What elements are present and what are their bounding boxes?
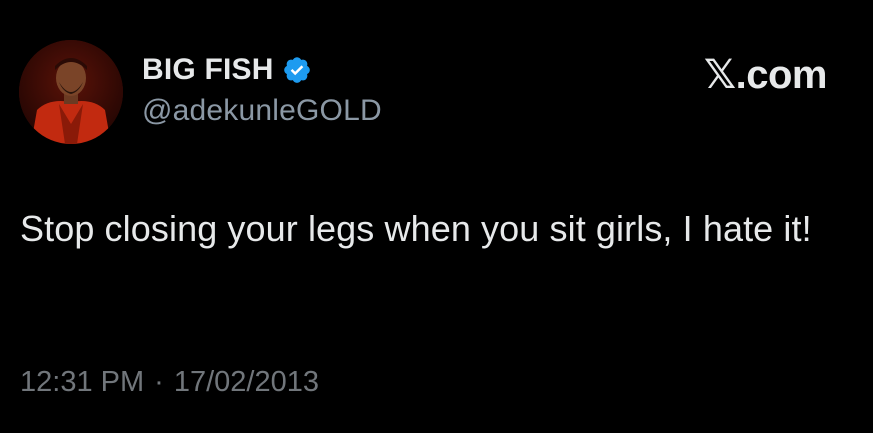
- avatar[interactable]: [19, 40, 123, 144]
- display-name[interactable]: BIG FISH: [142, 53, 274, 87]
- tweet-timestamp[interactable]: 12:31 PM · 17/02/2013: [20, 366, 319, 399]
- x-brand-logo: 𝕏.com: [703, 53, 828, 97]
- tweet-card: BIG FISH @adekunleGOLD 𝕏.com Stop closin…: [0, 0, 873, 433]
- author-handle[interactable]: @adekunleGOLD: [142, 94, 382, 128]
- author-block: BIG FISH @adekunleGOLD: [142, 50, 382, 128]
- tweet-time: 12:31 PM: [20, 366, 145, 398]
- verified-badge-icon: [282, 55, 312, 85]
- author-name-row: BIG FISH: [142, 50, 382, 90]
- meta-separator: ·: [154, 366, 164, 398]
- avatar-image: [19, 40, 123, 144]
- tweet-date: 17/02/2013: [173, 366, 319, 398]
- tweet-text: Stop closing your legs when you sit girl…: [20, 208, 812, 249]
